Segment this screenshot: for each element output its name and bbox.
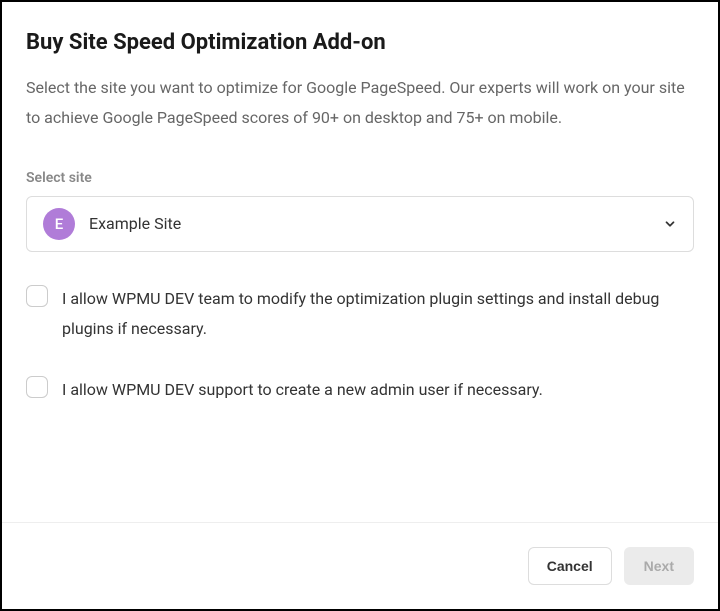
checkbox-label-allow-modify[interactable]: I allow WPMU DEV team to modify the opti… xyxy=(62,284,694,345)
chevron-down-icon xyxy=(663,217,677,231)
checkbox-allow-modify[interactable] xyxy=(26,285,48,307)
buy-addon-modal: Buy Site Speed Optimization Add-on Selec… xyxy=(0,0,720,611)
modal-description: Select the site you want to optimize for… xyxy=(26,73,694,134)
checkbox-row-allow-modify: I allow WPMU DEV team to modify the opti… xyxy=(26,284,694,345)
next-button[interactable]: Next xyxy=(624,547,694,585)
cancel-button[interactable]: Cancel xyxy=(528,547,612,585)
site-avatar: E xyxy=(43,208,75,240)
select-site-label: Select site xyxy=(26,170,694,186)
site-select-dropdown[interactable]: E Example Site xyxy=(26,196,694,252)
modal-body: Buy Site Speed Optimization Add-on Selec… xyxy=(2,2,718,522)
checkbox-row-allow-admin: I allow WPMU DEV support to create a new… xyxy=(26,375,694,405)
site-selected-name: Example Site xyxy=(89,214,663,233)
checkbox-allow-admin[interactable] xyxy=(26,376,48,398)
modal-footer: Cancel Next xyxy=(2,522,718,609)
checkbox-label-allow-admin[interactable]: I allow WPMU DEV support to create a new… xyxy=(62,375,543,405)
modal-title: Buy Site Speed Optimization Add-on xyxy=(26,30,694,55)
